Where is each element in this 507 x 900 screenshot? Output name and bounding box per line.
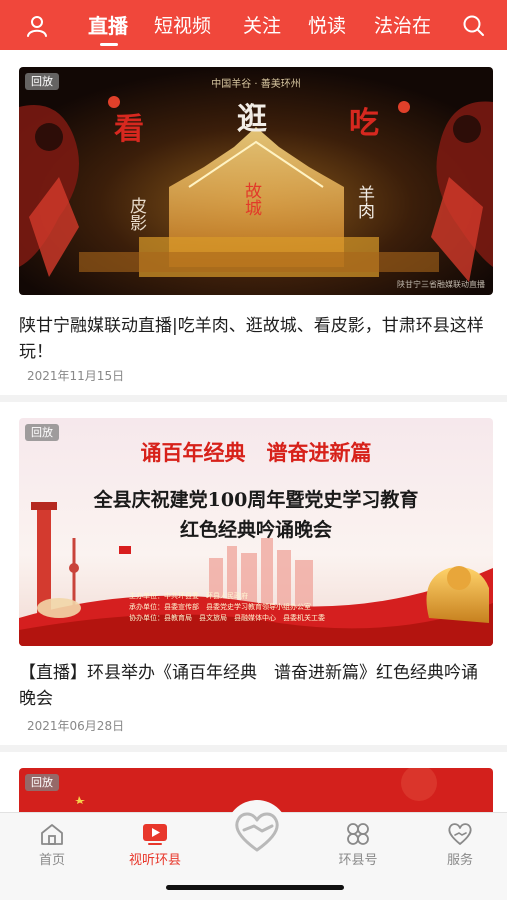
tab-reading[interactable]: 悦读 (308, 12, 346, 40)
thumbnail-line2: 全县庆祝建党100周年暨党史学习教育 (93, 488, 419, 511)
thumbnail-col-left: 皮影 (126, 197, 147, 231)
card-title[interactable]: 陕甘宁融媒联动直播|吃羊肉、逛故城、看皮影，甘肃环县这样玩！ (19, 313, 489, 365)
replay-badge: 回放 (25, 774, 59, 791)
tab-follow[interactable]: 关注 (243, 12, 281, 40)
thumbnail-image: 诵百年经典 谱奋进新篇 全县庆祝建党100周年暨党史学习教育 红色经典吟诵晚会 … (19, 418, 493, 646)
heart-hand-icon (235, 812, 279, 852)
bottom-tab-county[interactable]: 环县号 (318, 821, 398, 868)
feed-card[interactable]: 回放 (0, 50, 507, 395)
thumbnail-header-text: 中国羊谷 · 善美环州 (211, 77, 301, 90)
search-icon[interactable] (461, 13, 487, 39)
tab-short-video[interactable]: 短视频 (154, 12, 211, 40)
thumbnail-footer-text: 陕甘宁三省融媒联动直播 (397, 279, 485, 289)
thumbnail-sponsor-1: 主办单位：中共环县委 环县人民政府 (129, 591, 248, 600)
bottom-tab-label: 服务 (446, 853, 473, 868)
card-date: 2021年06月28日 (27, 719, 125, 733)
center-action-button[interactable] (226, 800, 288, 862)
tab-law[interactable]: 法治在 (374, 12, 431, 40)
tab-live[interactable]: 直播 (88, 12, 128, 40)
thumbnail-image: 中国羊谷 · 善美环州 看 逛 吃 皮影 故城 羊肉 陕甘宁三省融媒联动直播 (19, 67, 493, 295)
active-tab-indicator (100, 43, 118, 46)
card-date: 2021年11月15日 (27, 369, 125, 383)
bottom-tab-home[interactable]: 首页 (12, 821, 92, 868)
bottom-tab-label: 环县号 (338, 853, 378, 868)
card-divider (0, 745, 507, 752)
thumbnail-line1: 诵百年经典 谱奋进新篇 (141, 440, 372, 465)
thumbnail-sponsor-2: 承办单位：县委宣传部 县委党史学习教育领导小组办公室 (129, 602, 311, 611)
video-thumbnail[interactable]: 回放 (19, 67, 493, 295)
home-icon (41, 824, 63, 845)
play-tv-icon (143, 824, 167, 845)
thumbnail-char-stroll: 逛 (237, 102, 267, 137)
bottom-tab-video[interactable]: 视听环县 (115, 821, 195, 868)
bottom-tab-label: 首页 (38, 853, 65, 868)
replay-badge: 回放 (25, 424, 59, 441)
thumbnail-sponsor-3: 协办单位：县教育局 县文旅局 县融媒体中心 县委机关工委 (129, 613, 325, 622)
heart-outline-icon (448, 823, 472, 845)
bottom-tab-service[interactable]: 服务 (420, 821, 500, 868)
home-indicator (166, 885, 344, 890)
top-nav-bar: 直播 短视频 关注 悦读 法治在 (0, 0, 507, 50)
thumbnail-char-eat: 吃 (349, 106, 379, 141)
thumbnail-char-see: 看 (114, 112, 144, 147)
feed-card[interactable]: 回放 (0, 402, 507, 745)
card-divider (0, 395, 507, 402)
grid-icon (347, 823, 369, 845)
thumbnail-col-right: 羊肉 (354, 185, 375, 219)
thumbnail-line3: 红色经典吟诵晚会 (180, 518, 332, 541)
user-icon[interactable] (24, 13, 50, 39)
card-title[interactable]: 【直播】环县举办《诵百年经典 谱奋进新篇》红色经典吟诵晚会 (19, 660, 489, 712)
replay-badge: 回放 (25, 73, 59, 90)
thumbnail-col-mid: 故城 (241, 182, 262, 216)
video-thumbnail[interactable]: 回放 (19, 418, 493, 646)
bottom-tab-label: 视听环县 (128, 853, 181, 868)
